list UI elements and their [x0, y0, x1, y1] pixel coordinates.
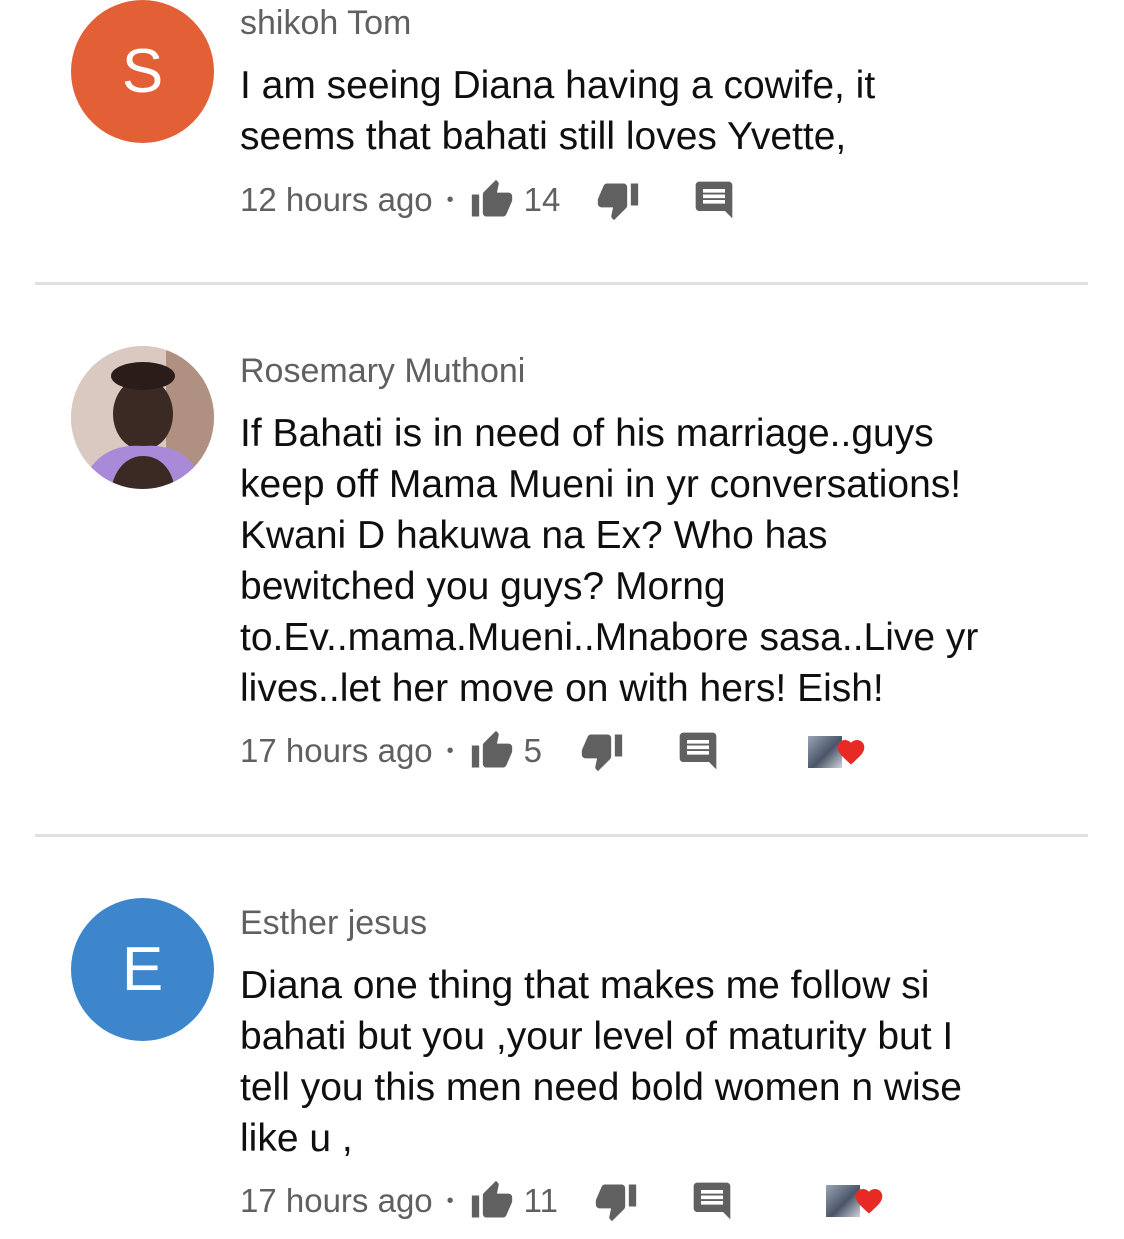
creator-heart-badge[interactable]: [808, 732, 868, 772]
avatar-letter: E: [121, 935, 164, 1004]
divider: [35, 834, 1088, 837]
comment-text-line: Kwani D hakuwa na Ex? Who has: [240, 514, 828, 557]
avatar-letter: S: [121, 37, 164, 106]
thumbs-up-icon[interactable]: [470, 1179, 514, 1223]
avatar-photo: [71, 346, 214, 489]
comment-timestamp: 17 hours ago: [240, 1182, 433, 1219]
reply-comment-icon[interactable]: [690, 1179, 734, 1223]
comment-text-line: lives..let her move on with hers! Eish!: [240, 667, 884, 710]
comment-text-line: If Bahati is in need of his marriage..gu…: [240, 412, 934, 455]
comment-text-line: bahati but you ,your level of maturity b…: [240, 1015, 954, 1058]
like-count: 5: [523, 732, 543, 769]
comment-text: I am seeing Diana having a cowife, it se…: [240, 60, 1040, 162]
reply-comment-icon[interactable]: [692, 178, 736, 222]
separator-dot: •: [446, 739, 454, 762]
like-count: 14: [523, 181, 561, 218]
comment-actions: 17 hours ago • 11: [240, 1176, 734, 1226]
comment-text: If Bahati is in need of his marriage..gu…: [240, 408, 1040, 714]
thumbs-down-icon[interactable]: [580, 729, 624, 773]
thumbs-down-icon[interactable]: [596, 178, 640, 222]
divider: [35, 282, 1088, 285]
creator-heart-badge[interactable]: [826, 1181, 886, 1221]
comment-text-line: seems that bahati still loves Yvette,: [240, 115, 847, 158]
comment-text-line: bewitched you guys? Morng: [240, 565, 726, 608]
avatar[interactable]: [71, 346, 214, 489]
separator-dot: •: [446, 1189, 454, 1212]
thumbs-up-icon[interactable]: [470, 729, 514, 773]
comment-author[interactable]: shikoh Tom: [240, 4, 411, 43]
thumbs-up-icon[interactable]: [470, 178, 514, 222]
comment-actions: 12 hours ago • 14: [240, 175, 736, 225]
comment-text: Diana one thing that makes me follow si …: [240, 960, 1040, 1164]
comment-timestamp: 17 hours ago: [240, 732, 433, 769]
avatar[interactable]: E: [71, 898, 214, 1041]
like-count: 11: [523, 1182, 558, 1219]
comment-text-line: keep off Mama Mueni in yr conversations!: [240, 463, 962, 506]
comment-text-line: I am seeing Diana having a cowife, it: [240, 64, 876, 107]
comment-text-line: to.Ev..mama.Mueni..Mnabore sasa..Live yr: [240, 616, 979, 659]
comment-author[interactable]: Rosemary Muthoni: [240, 352, 525, 391]
comment-text-line: Diana one thing that makes me follow si: [240, 964, 930, 1007]
comment-timestamp: 12 hours ago: [240, 181, 433, 218]
reply-comment-icon[interactable]: [676, 729, 720, 773]
heart-icon: [837, 740, 865, 765]
comment-author[interactable]: Esther jesus: [240, 904, 427, 943]
thumbs-down-icon[interactable]: [594, 1179, 638, 1223]
comment-text-line: like u ,: [240, 1117, 353, 1160]
avatar[interactable]: S: [71, 0, 214, 143]
comment-text-line: tell you this men need bold women n wise: [240, 1066, 962, 1109]
comment-actions: 17 hours ago • 5: [240, 726, 720, 776]
separator-dot: •: [446, 188, 454, 211]
heart-icon: [855, 1189, 883, 1214]
